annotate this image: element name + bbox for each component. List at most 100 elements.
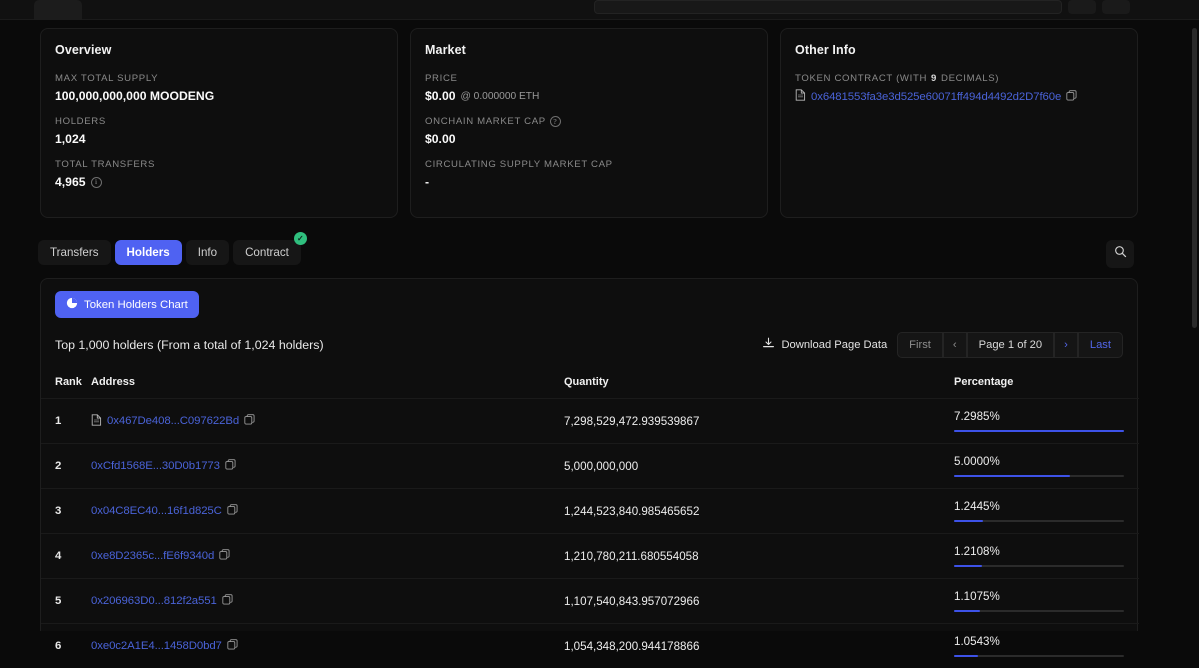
cell-percentage: 7.2985% [954,399,1139,444]
tab-transfers-label: Transfers [50,246,99,259]
token-holders-chart-button[interactable]: Token Holders Chart [55,291,199,318]
cell-rank: 2 [41,444,91,489]
cell-address: 0x206963D0...812f2a551 [91,579,564,624]
token-contract-address-link[interactable]: 0x6481553fa3e3d525e60071ff494d4492d2D7f6… [811,91,1061,103]
pagination-first-button: First [897,332,943,358]
max-total-supply-label: MAX TOTAL SUPPLY [55,73,383,84]
cell-percentage: 1.1075% [954,579,1139,624]
holder-address-link[interactable]: 0xe8D2365c...fE6f9340d [91,550,214,562]
market-card: Market PRICE $0.00 @ 0.000000 ETH ONCHAI… [410,28,768,218]
token-contract-label: TOKEN CONTRACT (WITH 9 DECIMALS) [795,73,1123,84]
copy-icon[interactable] [1066,90,1077,104]
chevron-right-icon: › [1064,339,1068,351]
copy-icon[interactable] [244,414,255,428]
cell-rank: 4 [41,534,91,579]
percentage-bar [954,520,1124,522]
cell-rank: 3 [41,489,91,534]
percentage-bar [954,430,1124,432]
percentage-value: 1.1075% [954,590,1125,603]
question-circle-icon[interactable]: ? [550,116,561,127]
price-value-row: $0.00 @ 0.000000 ETH [425,89,753,103]
holder-address-link[interactable]: 0xe0c2A1E4...1458D0bd7 [91,640,222,652]
copy-icon[interactable] [225,459,236,473]
table-header-row: Rank Address Quantity Percentage [41,370,1139,399]
table-row: 20xCfd1568E...30D0b17735,000,000,0005.00… [41,444,1139,489]
tab-info[interactable]: Info [186,240,229,265]
download-page-data-label: Download Page Data [781,339,887,351]
percentage-bar [954,565,1124,567]
token-contract-label-pre: TOKEN CONTRACT (WITH [795,73,927,84]
download-icon [762,337,775,353]
cell-rank: 5 [41,579,91,624]
panel-toolbar: Token Holders Chart [41,279,1137,318]
summary-cards: Overview MAX TOTAL SUPPLY 100,000,000,00… [40,28,1138,218]
circulating-market-cap-label: CIRCULATING SUPPLY MARKET CAP [425,159,753,170]
percentage-bar-fill [954,430,1124,432]
max-total-supply-field: MAX TOTAL SUPPLY 100,000,000,000 MOODENG [55,73,383,103]
holders-panel: Token Holders Chart Top 1,000 holders (F… [40,278,1138,631]
total-transfers-value: 4,965 [55,175,86,189]
percentage-value: 5.0000% [954,455,1125,468]
token-contract-decimals: 9 [931,73,937,84]
table-row: 40xe8D2365c...fE6f9340d 1,210,780,211.680… [41,534,1139,579]
tab-holders[interactable]: Holders [115,240,182,265]
percentage-bar [954,610,1124,612]
other-info-card: Other Info TOKEN CONTRACT (WITH 9 DECIMA… [780,28,1138,218]
cell-address: 0xe0c2A1E4...1458D0bd7 [91,624,564,668]
vertical-scrollbar[interactable] [1192,28,1197,631]
holders-value: 1,024 [55,132,383,146]
cell-quantity: 1,054,348,200.944178866 [564,624,954,668]
cell-quantity: 1,210,780,211.680554058 [564,534,954,579]
verified-check-icon: ✓ [294,232,307,245]
pagination-page-label: Page 1 of 20 [967,332,1054,358]
total-transfers-label: TOTAL TRANSFERS [55,159,383,170]
table-row: 1 0x467De408...C097622Bd 7,298,529,472.939… [41,399,1139,444]
column-header-percentage: Percentage [954,370,1139,399]
chrome-tab[interactable] [34,0,82,20]
percentage-value: 1.0543% [954,635,1125,648]
max-total-supply-value: 100,000,000,000 MOODENG [55,89,383,103]
other-info-title: Other Info [795,43,1123,57]
cell-quantity: 7,298,529,472.939539867 [564,399,954,444]
search-button[interactable] [1106,240,1134,268]
column-header-rank: Rank [41,370,91,399]
copy-icon[interactable] [227,639,238,653]
scrollbar-thumb[interactable] [1192,28,1197,328]
table-row: 60xe0c2A1E4...1458D0bd71,054,348,200.944… [41,624,1139,668]
cell-address: 0xe8D2365c...fE6f9340d [91,534,564,579]
info-circle-icon[interactable]: i [91,177,102,188]
total-transfers-field: TOTAL TRANSFERS 4,965 i [55,159,383,189]
price-eth-sub: @ 0.000000 ETH [461,91,540,102]
search-icon [1114,245,1127,263]
cell-quantity: 1,244,523,840.985465652 [564,489,954,534]
chrome-button-a[interactable] [1068,0,1096,14]
document-icon [795,89,806,104]
holder-address-link[interactable]: 0x467De408...C097622Bd [107,415,239,427]
holder-address-link[interactable]: 0x206963D0...812f2a551 [91,595,217,607]
column-header-quantity: Quantity [564,370,954,399]
holder-address-link[interactable]: 0x04C8EC40...16f1d825C [91,505,222,517]
token-holders-chart-label: Token Holders Chart [84,299,188,311]
onchain-market-cap-label-row: ONCHAIN MARKET CAP ? [425,116,753,127]
tab-contract[interactable]: Contract ✓ [233,240,301,265]
cell-percentage: 1.2108% [954,534,1139,579]
panel-subrow: Top 1,000 holders (From a total of 1,024… [41,318,1137,358]
chrome-button-b[interactable] [1102,0,1130,14]
chevron-left-icon: ‹ [953,339,957,351]
table-row: 50x206963D0...812f2a551 1,107,540,843.957… [41,579,1139,624]
cell-rank: 1 [41,399,91,444]
chrome-address-bar[interactable] [594,0,1062,14]
percentage-bar-fill [954,565,982,567]
download-page-data-button[interactable]: Download Page Data [752,332,897,358]
tab-transfers[interactable]: Transfers [38,240,111,265]
holder-address-link[interactable]: 0xCfd1568E...30D0b1773 [91,460,220,472]
copy-icon[interactable] [222,594,233,608]
copy-icon[interactable] [227,504,238,518]
market-title: Market [425,43,753,57]
pagination-next-button[interactable]: › [1054,332,1078,358]
pagination-last-button[interactable]: Last [1078,332,1123,358]
price-field: PRICE $0.00 @ 0.000000 ETH [425,73,753,103]
cell-quantity: 1,107,540,843.957072966 [564,579,954,624]
top-chrome-strip [0,0,1199,20]
copy-icon[interactable] [219,549,230,563]
